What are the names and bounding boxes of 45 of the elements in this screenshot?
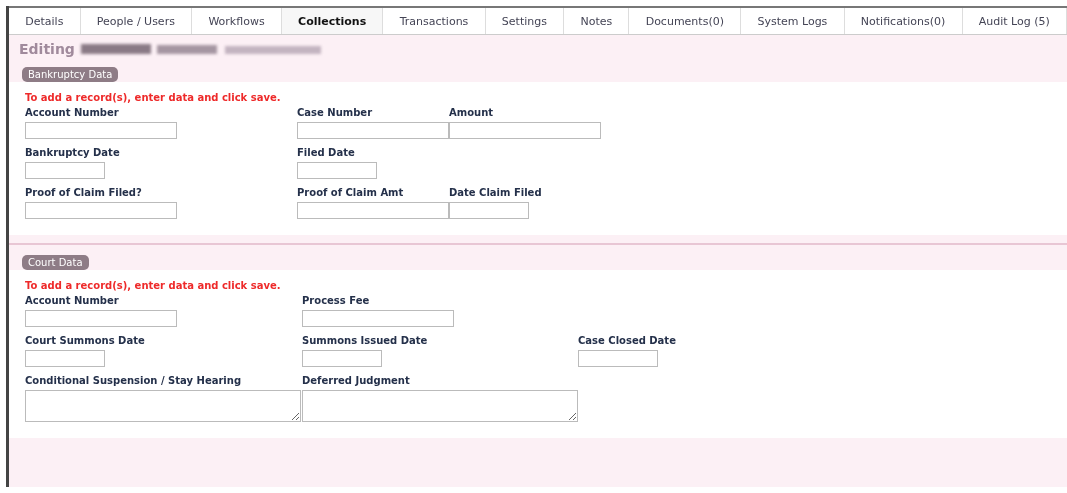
text-field[interactable] — [25, 122, 177, 139]
text-field[interactable] — [302, 310, 454, 327]
hint-text: To add a record(s), enter data and click save. — [25, 92, 281, 103]
tab[interactable]: Audit Log (5) — [962, 8, 1067, 34]
field-label: Account Number — [25, 295, 120, 306]
tab[interactable]: Workflows — [192, 8, 282, 34]
tab[interactable]: Settings — [485, 8, 565, 34]
text-field[interactable] — [25, 310, 177, 327]
date-field[interactable] — [297, 162, 377, 179]
date-field[interactable] — [25, 350, 105, 367]
tab[interactable]: Documents(0) — [629, 8, 742, 34]
date-field[interactable] — [25, 162, 105, 179]
tab[interactable]: Notifications(0) — [844, 8, 963, 34]
text-area[interactable] — [302, 390, 578, 422]
tab[interactable]: Transactions — [383, 8, 486, 34]
page-title: Editing — [19, 41, 75, 57]
field-label: Deferred Judgment — [302, 375, 411, 386]
field-label: Summons Issued Date — [302, 335, 429, 346]
text-area[interactable] — [25, 390, 301, 422]
text-field[interactable] — [297, 202, 449, 219]
hint-text: To add a record(s), enter data and click save. — [25, 280, 281, 291]
tab[interactable]: System Logs — [741, 8, 845, 34]
field-label: Court Summons Date — [25, 335, 146, 346]
tab[interactable]: People / Users — [80, 8, 193, 34]
field-label: Date Claim Filed — [449, 187, 543, 198]
tab[interactable]: Details — [9, 8, 81, 34]
section-title: Court Data — [22, 255, 89, 270]
date-field[interactable] — [302, 350, 382, 367]
field-label: Process Fee — [302, 295, 371, 306]
field-label: Amount — [449, 107, 495, 118]
section-title: Bankruptcy Data — [22, 67, 119, 82]
field-label: Proof of Claim Amt — [297, 187, 405, 198]
text-field[interactable] — [297, 122, 449, 139]
field-label: Bankruptcy Date — [25, 147, 121, 158]
date-field[interactable] — [578, 350, 658, 367]
text-field[interactable] — [25, 202, 177, 219]
field-label: Proof of Claim Filed? — [25, 187, 143, 198]
tab[interactable]: Notes — [564, 8, 630, 34]
field-label: Account Number — [25, 107, 120, 118]
field-label: Filed Date — [297, 147, 356, 158]
field-label: Case Number — [297, 107, 374, 118]
date-field[interactable] — [449, 202, 529, 219]
field-label: Case Closed Date — [578, 335, 677, 346]
field-label: Conditional Suspension / Stay Hearing — [25, 375, 243, 386]
text-field[interactable] — [449, 122, 601, 139]
